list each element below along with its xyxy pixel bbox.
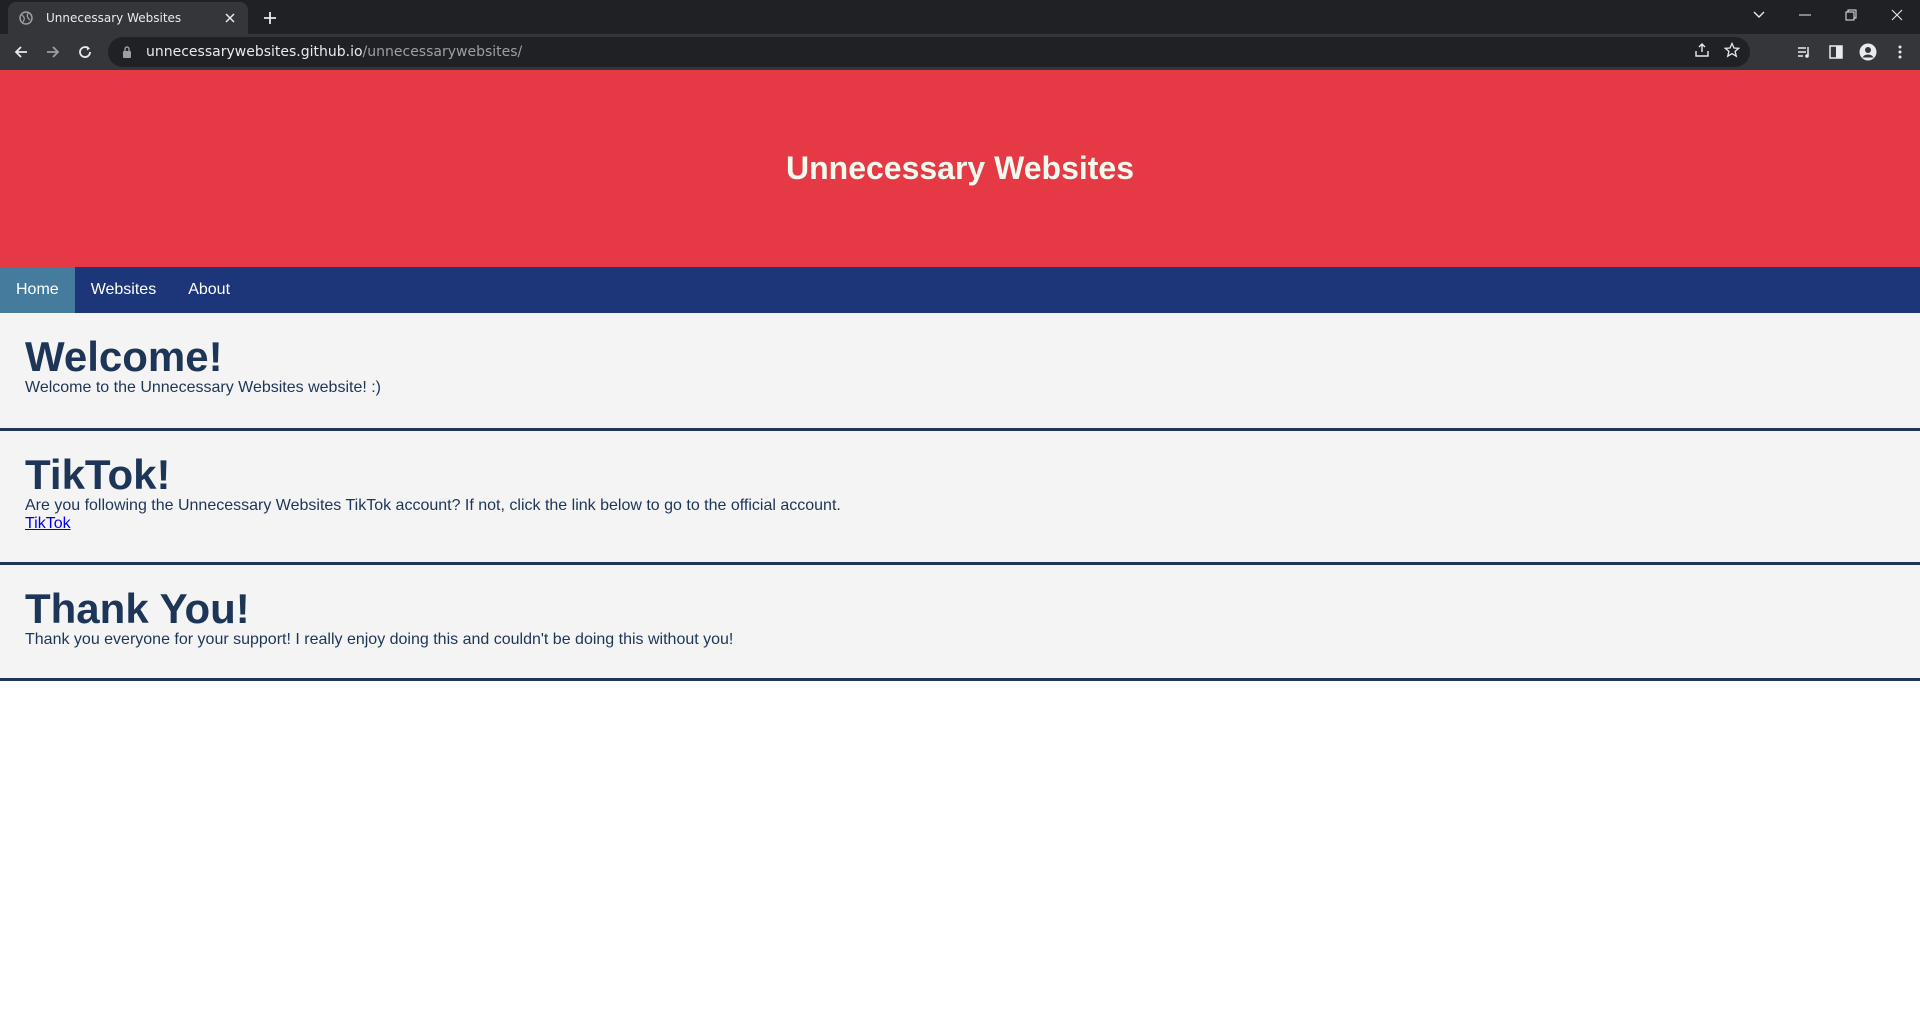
tab-search-icon[interactable] <box>1736 0 1782 30</box>
nav-about[interactable]: About <box>172 267 246 313</box>
nav-home[interactable]: Home <box>0 267 75 313</box>
welcome-text: Welcome to the Unnecessary Websites webs… <box>25 379 381 396</box>
url-path: /unnecessarywebsites/ <box>362 44 523 60</box>
forward-icon[interactable] <box>38 37 68 67</box>
lock-icon[interactable] <box>120 45 134 59</box>
thank-you-text: Thank you everyone for your support! I r… <box>25 631 734 648</box>
side-panel-icon[interactable] <box>1822 38 1850 66</box>
thank-you-section: Thank You! Thank you everyone for your s… <box>0 565 1920 681</box>
new-tab-icon[interactable] <box>258 6 282 30</box>
back-icon[interactable] <box>6 37 36 67</box>
url-text: unnecessarywebsites.github.io/unnecessar… <box>146 44 522 60</box>
tiktok-section: TikTok! Are you following the Unnecessar… <box>0 431 1920 565</box>
reload-icon[interactable] <box>70 37 100 67</box>
window-controls <box>1736 0 1920 30</box>
welcome-heading: Welcome! <box>25 333 223 380</box>
share-icon[interactable] <box>1694 42 1710 63</box>
tiktok-text: Are you following the Unnecessary Websit… <box>25 497 841 514</box>
browser-tab-strip: Unnecessary Websites <box>0 0 1920 34</box>
close-tab-icon[interactable] <box>222 10 238 26</box>
address-bar[interactable]: unnecessarywebsites.github.io/unnecessar… <box>108 37 1750 67</box>
tiktok-link[interactable]: TikTok <box>25 515 71 532</box>
tiktok-heading: TikTok! <box>25 451 171 498</box>
url-host: unnecessarywebsites.github.io <box>146 44 363 60</box>
tab-title: Unnecessary Websites <box>46 11 182 25</box>
restore-icon[interactable] <box>1828 0 1874 30</box>
minimize-icon[interactable] <box>1782 0 1828 30</box>
nav-websites[interactable]: Websites <box>75 267 173 313</box>
toolbar-actions <box>1790 37 1914 67</box>
globe-icon <box>18 10 34 26</box>
address-bar-actions <box>1694 37 1741 67</box>
welcome-section: Welcome! Welcome to the Unnecessary Webs… <box>0 313 1920 431</box>
bookmark-star-icon[interactable] <box>1723 41 1741 63</box>
site-nav: Home Websites About <box>0 267 1920 313</box>
close-window-icon[interactable] <box>1874 0 1920 30</box>
site-title: Unnecessary Websites <box>785 150 1135 186</box>
site-header: Unnecessary Websites <box>0 70 1920 267</box>
browser-toolbar: unnecessarywebsites.github.io/unnecessar… <box>0 34 1920 70</box>
profile-avatar-icon[interactable] <box>1854 38 1882 66</box>
reading-list-icon[interactable] <box>1790 38 1818 66</box>
browser-tab[interactable]: Unnecessary Websites <box>8 2 248 34</box>
menu-kebab-icon[interactable] <box>1886 38 1914 66</box>
thank-you-heading: Thank You! <box>25 585 250 632</box>
